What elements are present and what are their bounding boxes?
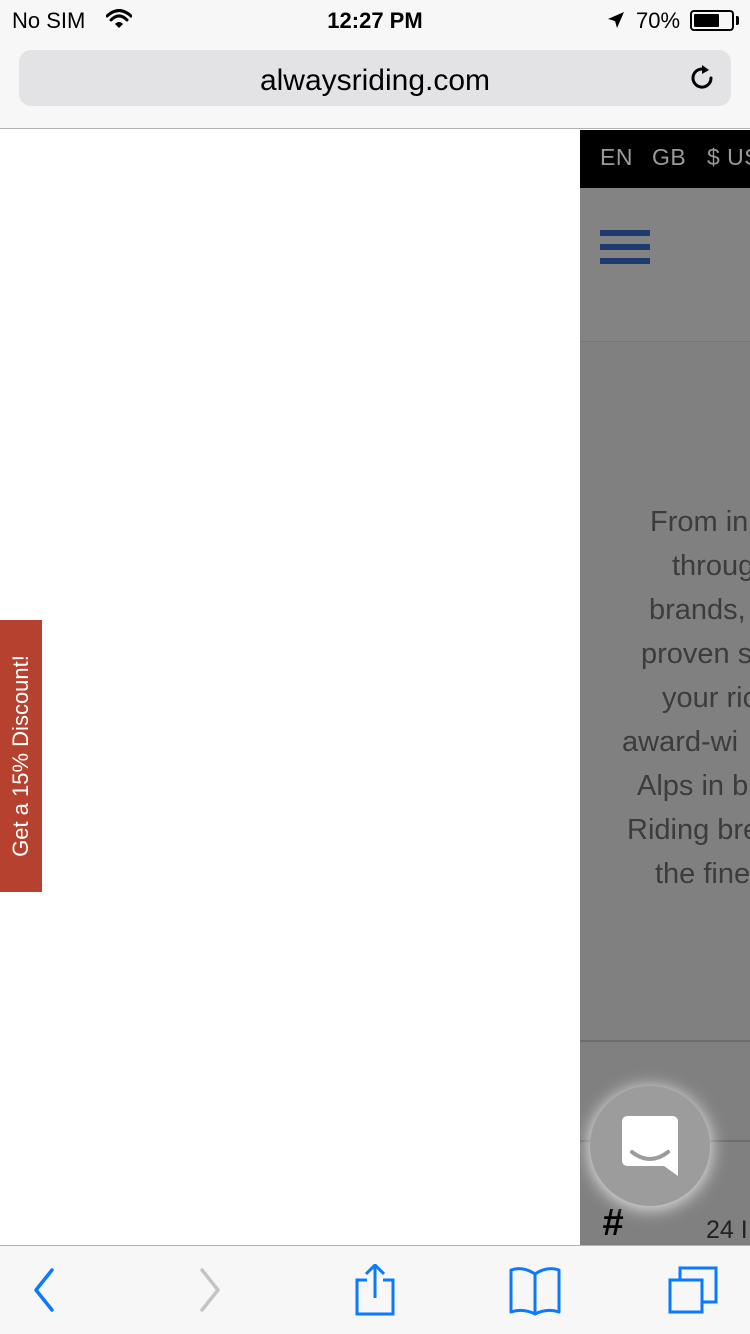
hero-line: proven s xyxy=(641,638,750,670)
hero-line: Alps in b xyxy=(637,770,749,802)
share-icon[interactable] xyxy=(345,1264,405,1316)
hero-line: brands, xyxy=(649,594,746,626)
browser-toolbar xyxy=(0,1245,750,1334)
currency-selector[interactable]: $ US xyxy=(707,144,750,171)
hero-line: throug xyxy=(672,550,750,582)
site-header xyxy=(580,188,750,342)
hero-line: your ric xyxy=(662,682,750,714)
forward-icon[interactable] xyxy=(180,1264,240,1316)
battery-cap xyxy=(736,16,739,25)
battery-icon xyxy=(690,10,734,31)
tabs-icon[interactable] xyxy=(664,1264,724,1316)
web-page: EN GB $ US From in throug brands, proven… xyxy=(0,130,750,1245)
site-top-bar: EN GB $ US xyxy=(580,130,750,188)
region-selector[interactable]: GB xyxy=(652,144,686,171)
url-text[interactable]: alwaysriding.com xyxy=(19,64,731,98)
site-panel-dimmed[interactable]: EN GB $ US From in throug brands, proven… xyxy=(580,130,750,1245)
section-divider xyxy=(580,1040,750,1042)
hero-line: award-wi xyxy=(622,726,739,758)
discount-tab[interactable]: Get a 15% Discount! xyxy=(0,620,42,892)
hash-icon: # xyxy=(602,1202,624,1244)
language-selector[interactable]: EN xyxy=(600,144,633,171)
list-item-number: 24 I xyxy=(706,1216,748,1244)
location-arrow-icon xyxy=(608,12,624,28)
discount-tab-label[interactable]: Get a 15% Discount! xyxy=(8,655,34,857)
back-icon[interactable] xyxy=(14,1264,74,1316)
battery-percent: 70% xyxy=(636,8,681,33)
bookmarks-icon[interactable] xyxy=(505,1264,565,1316)
chat-launcher-button[interactable] xyxy=(590,1086,710,1206)
hero-line: From in xyxy=(650,506,749,538)
hamburger-menu-icon[interactable] xyxy=(600,230,650,264)
battery-fill xyxy=(694,14,720,27)
reload-icon[interactable] xyxy=(687,63,717,93)
browser-address-bar: alwaysriding.com xyxy=(0,42,750,129)
url-field[interactable]: alwaysriding.com xyxy=(19,50,731,106)
hero-line: the fine xyxy=(655,858,750,890)
hero-line: Riding bre xyxy=(627,814,750,846)
status-bar: No SIM 12:27 PM 70% xyxy=(0,0,750,42)
chat-bubble-icon xyxy=(622,1116,678,1176)
